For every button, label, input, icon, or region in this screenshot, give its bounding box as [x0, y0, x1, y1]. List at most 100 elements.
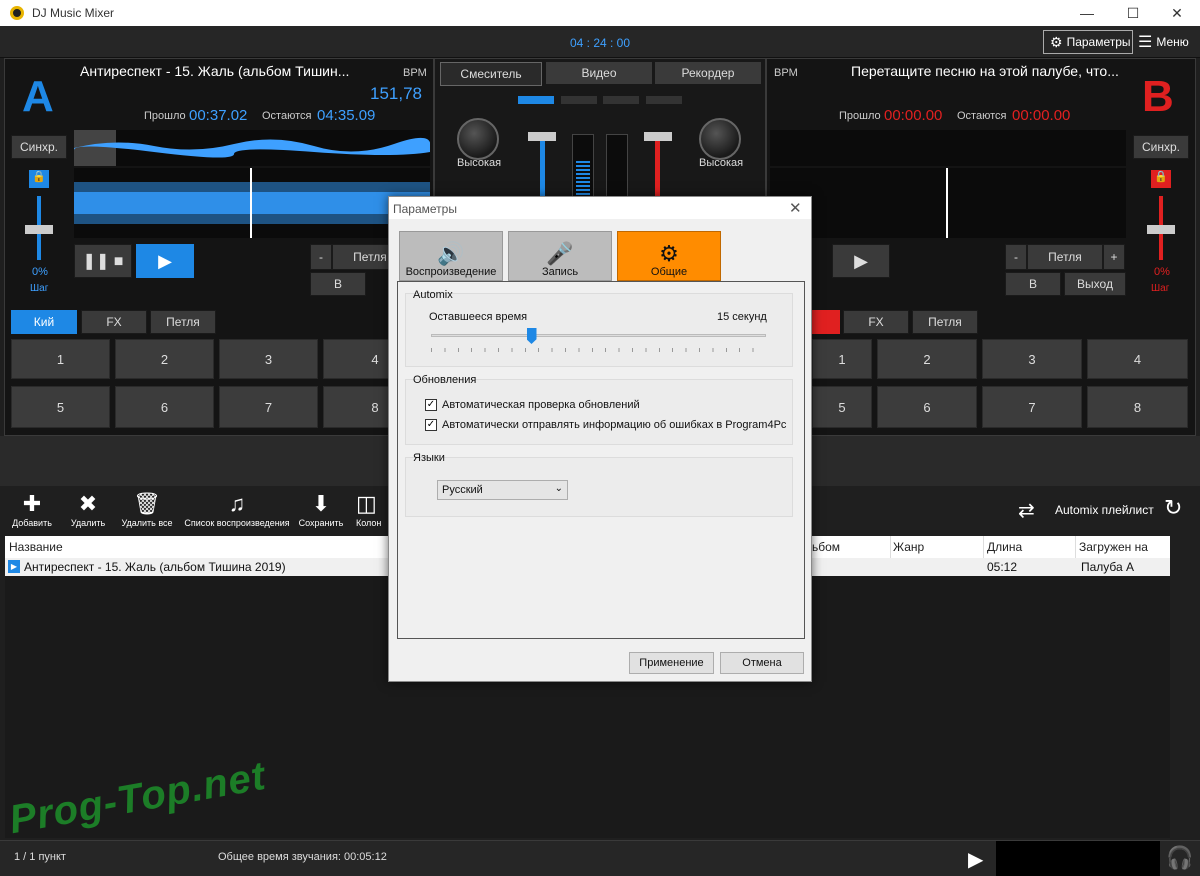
plus-icon: ✚ [22, 491, 42, 516]
deck-a-overview-waveform[interactable] [74, 130, 430, 166]
deck-b-sync-button[interactable]: Синхр. [1133, 135, 1189, 159]
deck-b-track-title: Перетащите песню на этой палубе, что... [851, 63, 1119, 79]
deck-a-b-button[interactable]: В [310, 272, 366, 296]
deck-b-waveform[interactable] [770, 168, 1126, 238]
clock-display: 04 : 24 : 00 [569, 36, 631, 50]
column-length[interactable]: Длина [987, 540, 1022, 554]
deck-b-pad-3[interactable]: 3 [982, 339, 1082, 379]
maximize-button[interactable]: ☐ [1110, 0, 1156, 26]
headphones-icon[interactable]: 🎧 [1166, 845, 1193, 871]
send-errors-checkbox[interactable]: ✓ Автоматически отправлять информацию об… [425, 419, 786, 431]
deck-a-volume-fader[interactable] [540, 140, 545, 198]
deck-b-elapsed: 00:00.00 [884, 107, 943, 124]
deck-a-loop-minus[interactable]: - [310, 244, 332, 270]
deck-b-overview-waveform[interactable] [770, 130, 1126, 166]
deck-a-elapsed-label: Прошло [144, 110, 186, 122]
deck-b-pad-1[interactable]: 1 [812, 339, 872, 379]
column-divider [1075, 536, 1076, 558]
deck-a-pad-5[interactable]: 5 [11, 386, 110, 428]
add-button[interactable]: ✚ Добавить [10, 490, 54, 528]
lock-icon[interactable]: 🔒 [29, 170, 49, 188]
apply-button[interactable]: Применение [629, 652, 714, 674]
minimize-button[interactable]: — [1064, 0, 1110, 26]
menu-button[interactable]: ☰ Меню [1138, 30, 1196, 54]
playing-icon: ▶ [8, 560, 20, 573]
dialog-close-icon[interactable]: ✕ [789, 199, 802, 217]
deck-b-pad-2[interactable]: 2 [877, 339, 977, 379]
deck-a-high-knob[interactable] [457, 118, 499, 160]
remove-button[interactable]: ✖ Удалить [66, 490, 110, 528]
deck-a-pad-1[interactable]: 1 [11, 339, 110, 379]
automix-playlist-label[interactable]: Automix плейлист [1055, 503, 1154, 517]
deck-a-pause-stop-button[interactable]: ❚❚ ■ [74, 244, 132, 278]
column-genre[interactable]: Жанр [893, 540, 924, 554]
save-button[interactable]: ⬇ Сохранить [296, 490, 346, 528]
auto-update-checkbox[interactable]: ✓ Автоматическая проверка обновлений [425, 399, 640, 411]
deck-b-pad-4[interactable]: 4 [1087, 339, 1188, 379]
deck-b-b-button[interactable]: В [1005, 272, 1061, 296]
deck-b-loop-minus[interactable]: - [1005, 244, 1027, 270]
deck-b-volume-handle[interactable] [644, 132, 672, 141]
deck-b-exit-button[interactable]: Выход [1064, 272, 1126, 296]
deck-b-play-button[interactable]: ▶ [832, 244, 890, 278]
deck-b-pad-6[interactable]: 6 [877, 386, 977, 428]
mixer-tab-video[interactable]: Видео [546, 62, 652, 84]
column-album[interactable]: ьбом [812, 540, 840, 554]
microphone-icon: 🎤 [546, 241, 574, 266]
mixer-tab-mixer[interactable]: Смеситель [440, 62, 542, 86]
deck-a-pad-3[interactable]: 3 [219, 339, 318, 379]
settings-dialog: Параметры ✕ 🔊 Воспроизведение 🎤 Запись ⚙… [388, 196, 812, 682]
column-name[interactable]: Название [9, 540, 63, 554]
deck-b-step-label: Шаг [1151, 283, 1170, 294]
vu-meter-left [572, 134, 594, 198]
automix-slider-track[interactable] [431, 334, 766, 337]
column-loaded[interactable]: Загружен на [1079, 540, 1148, 554]
remove-all-button[interactable]: 🗑 Удалить все [118, 490, 176, 528]
deck-b-pitch-slider-handle[interactable] [1147, 225, 1175, 234]
deck-b-pad-5[interactable]: 5 [812, 386, 872, 428]
x-icon: ✖ [78, 491, 98, 516]
preview-play-icon[interactable]: ▶ [968, 847, 983, 872]
deck-b-tab-fx[interactable]: FX [843, 310, 909, 334]
lock-icon[interactable]: 🔒 [1151, 170, 1171, 188]
deck-a-remaining: 04:35.09 [317, 107, 376, 124]
deck-a-sync-button[interactable]: Синхр. [11, 135, 67, 159]
automix-group [405, 293, 793, 367]
languages-group-label: Языки [413, 452, 445, 464]
updates-group [405, 379, 793, 445]
deck-a-tab-loop[interactable]: Петля [150, 310, 216, 334]
deck-b-high-knob[interactable] [699, 118, 741, 160]
deck-a-play-button[interactable]: ▶ [136, 244, 194, 278]
language-select[interactable]: Русский ⌄ [437, 480, 568, 500]
deck-b-volume-fader[interactable] [655, 140, 660, 198]
mixer-tab-recorder[interactable]: Рекордер [655, 62, 761, 84]
deck-a-tab-fx[interactable]: FX [81, 310, 147, 334]
deck-b-tab-cue[interactable] [812, 310, 840, 334]
deck-b-loop-button[interactable]: Петля [1027, 244, 1103, 270]
deck-b-pad-8[interactable]: 8 [1087, 386, 1188, 428]
deck-a-pad-7[interactable]: 7 [219, 386, 318, 428]
playlist-button[interactable]: ♫ Список воспроизведения [182, 490, 292, 528]
deck-a-pad-2[interactable]: 2 [115, 339, 214, 379]
item-count: 1 / 1 пункт [14, 851, 66, 863]
deck-a-volume-handle[interactable] [528, 132, 556, 141]
tab-playback[interactable]: 🔊 Воспроизведение [399, 231, 503, 281]
tab-general[interactable]: ⚙ Общие [617, 231, 721, 281]
deck-b-pad-7[interactable]: 7 [982, 386, 1082, 428]
deck-a-tab-cue[interactable]: Кий [11, 310, 77, 334]
deck-b-loop-plus[interactable]: + [1103, 244, 1125, 270]
deck-b-tab-loop[interactable]: Петля [912, 310, 978, 334]
close-button[interactable]: ✕ [1154, 0, 1200, 26]
deck-b-elapsed-label: Прошло [839, 110, 881, 122]
row-track-name: Антиреспект - 15. Жаль (альбом Тишина 20… [24, 560, 286, 574]
settings-button[interactable]: ⚙ Параметры [1043, 30, 1133, 54]
deck-a-pitch-slider-handle[interactable] [25, 225, 53, 234]
deck-a-step-label: Шаг [30, 283, 49, 294]
speaker-icon: 🔊 [437, 241, 465, 266]
repeat-icon[interactable]: ↻ [1164, 495, 1182, 521]
deck-a-pad-6[interactable]: 6 [115, 386, 214, 428]
tab-recording[interactable]: 🎤 Запись [508, 231, 612, 281]
deck-a-waveform[interactable] [74, 168, 430, 238]
cancel-button[interactable]: Отмена [720, 652, 804, 674]
columns-button[interactable]: ◫ Колон [356, 490, 392, 528]
